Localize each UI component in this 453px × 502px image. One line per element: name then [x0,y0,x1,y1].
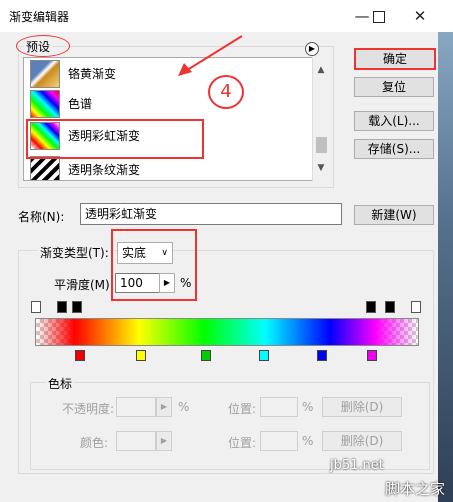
color-stop-cyan[interactable] [259,350,269,361]
color-stop-yellow[interactable] [136,350,146,361]
opacity-stop[interactable] [385,301,395,313]
scroll-down-icon[interactable]: ▼ [315,163,327,175]
reset-button[interactable]: 复位 [354,77,434,97]
color-label: 颜色: [80,436,109,450]
opacity-label: 不透明度: [62,402,115,416]
ok-button[interactable]: 确定 [354,48,436,70]
smoothness-label: 平滑度(M): [54,278,114,292]
selected-preset-annotation [26,119,204,159]
color-stop-green[interactable] [201,350,211,361]
gradient-swatch [30,156,60,180]
color-stop-legend: 色标 [46,375,75,392]
preset-item-label: 铬黄渐变 [68,67,117,81]
opacity-stop[interactable] [57,301,67,313]
preset-scrollbar[interactable]: ▲ ▼ [312,57,329,181]
opacity-location-input[interactable] [260,397,298,417]
color-stop-blue[interactable] [317,350,327,361]
scroll-up-icon[interactable]: ▲ [315,65,327,77]
opacity-location-label: 位置: [228,402,257,416]
opacity-stop[interactable] [72,301,82,313]
color-stop-red[interactable] [75,350,85,361]
delete-opacity-stop-button[interactable]: 删除(D) [322,397,402,417]
scroll-thumb[interactable] [316,137,327,153]
opacity-unit: % [178,400,190,414]
save-button[interactable]: 存储(S)... [354,139,434,159]
preset-item-chrome[interactable]: 铬黄渐变 [24,58,314,88]
color-location-input[interactable] [260,431,298,451]
gradient-type-label: 渐变类型(T): [38,244,111,261]
type-smoothness-annotation [111,229,197,301]
color-location-unit: % [302,434,314,448]
gradient-swatch [30,90,60,118]
preset-menu-icon[interactable]: ▶ [305,42,319,56]
close-button[interactable]: ✕ [402,0,438,32]
opacity-slider-icon[interactable]: ▶ [156,397,172,417]
title-bar: 渐变编辑器 — ✕ [0,0,453,32]
background-photo-strip [438,32,453,502]
watermark-site: jb51.net [330,458,384,473]
color-picker-icon[interactable]: ▶ [156,431,172,451]
load-button[interactable]: 载入(L)... [354,111,434,131]
color-stop-group [30,382,430,470]
opacity-input[interactable] [116,397,156,417]
window-title: 渐变编辑器 [9,10,70,24]
watermark-logo: 脚本之家 [385,480,446,498]
maximize-button[interactable] [361,0,397,32]
color-swatch[interactable] [116,431,156,451]
preset-legend-annotation [16,35,70,57]
delete-color-stop-button[interactable]: 删除(D) [322,431,402,451]
opacity-stop[interactable] [31,301,41,313]
name-label: 名称(N): [18,210,65,224]
preset-item-label: 透明条纹渐变 [68,163,141,177]
preset-item-spectrum[interactable]: 色谱 [24,88,314,118]
step-number-badge: 4 [208,75,244,109]
opacity-stop[interactable] [411,301,421,313]
name-input[interactable]: 透明彩虹渐变 [80,203,342,225]
color-location-label: 位置: [228,436,257,450]
gradient-preview-bar[interactable] [35,318,419,346]
new-button[interactable]: 新建(W) [354,205,434,225]
opacity-stop[interactable] [366,301,376,313]
gradient-swatch [30,60,60,88]
color-stop-magenta[interactable] [367,350,377,361]
opacity-location-unit: % [302,400,314,414]
preset-item-label: 色谱 [68,97,93,111]
annotation-arrow-icon [178,35,243,76]
